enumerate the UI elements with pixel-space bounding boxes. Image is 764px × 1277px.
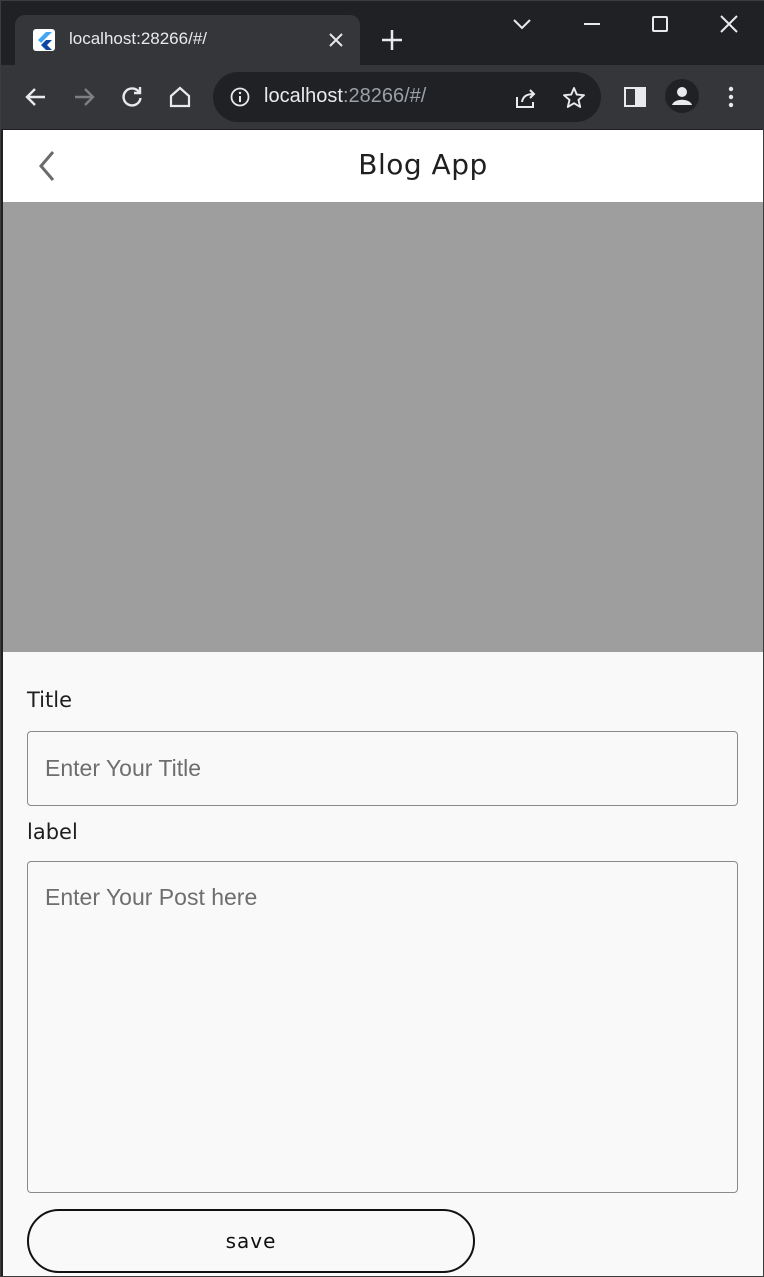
- home-icon[interactable]: [166, 83, 194, 111]
- image-placeholder[interactable]: [3, 202, 763, 652]
- side-panel-icon[interactable]: [621, 83, 649, 111]
- profile-icon[interactable]: [665, 79, 699, 113]
- bookmark-star-icon[interactable]: [561, 85, 587, 111]
- browser-window: localhost:28266/#/ localhost:28266/#/ Bl…: [0, 0, 764, 1277]
- tab-search-chevron-down-icon[interactable]: [509, 11, 535, 37]
- browser-tab[interactable]: localhost:28266/#/: [15, 15, 360, 65]
- share-icon[interactable]: [513, 85, 539, 111]
- title-input[interactable]: [27, 731, 738, 806]
- tab-title: localhost:28266/#/: [69, 29, 207, 48]
- forward-arrow-icon[interactable]: [70, 83, 98, 111]
- post-label: label: [27, 820, 78, 844]
- url-text[interactable]: localhost:28266/#/: [264, 85, 426, 108]
- flutter-icon: [33, 29, 55, 51]
- minimize-icon[interactable]: [579, 11, 605, 37]
- url-host: localhost: [264, 85, 343, 107]
- maximize-icon[interactable]: [647, 11, 673, 37]
- address-bar[interactable]: localhost:28266/#/: [213, 72, 601, 122]
- tab-close-icon[interactable]: [325, 29, 347, 51]
- save-button[interactable]: save: [27, 1209, 475, 1273]
- page-content: Blog App Title label save: [3, 130, 763, 1276]
- close-window-icon[interactable]: [716, 11, 742, 37]
- tab-strip: localhost:28266/#/: [1, 1, 764, 65]
- page-title: Blog App: [358, 148, 488, 181]
- url-path: :28266/#/: [342, 85, 427, 107]
- new-tab-plus-icon[interactable]: [379, 27, 405, 53]
- app-bar: Blog App: [3, 130, 763, 202]
- info-icon[interactable]: [229, 86, 251, 108]
- browser-toolbar: localhost:28266/#/: [1, 65, 764, 129]
- kebab-menu-icon[interactable]: [717, 83, 745, 111]
- post-textarea[interactable]: [27, 861, 738, 1193]
- reload-icon[interactable]: [118, 83, 146, 111]
- title-label: Title: [27, 688, 73, 712]
- back-arrow-icon[interactable]: [22, 83, 50, 111]
